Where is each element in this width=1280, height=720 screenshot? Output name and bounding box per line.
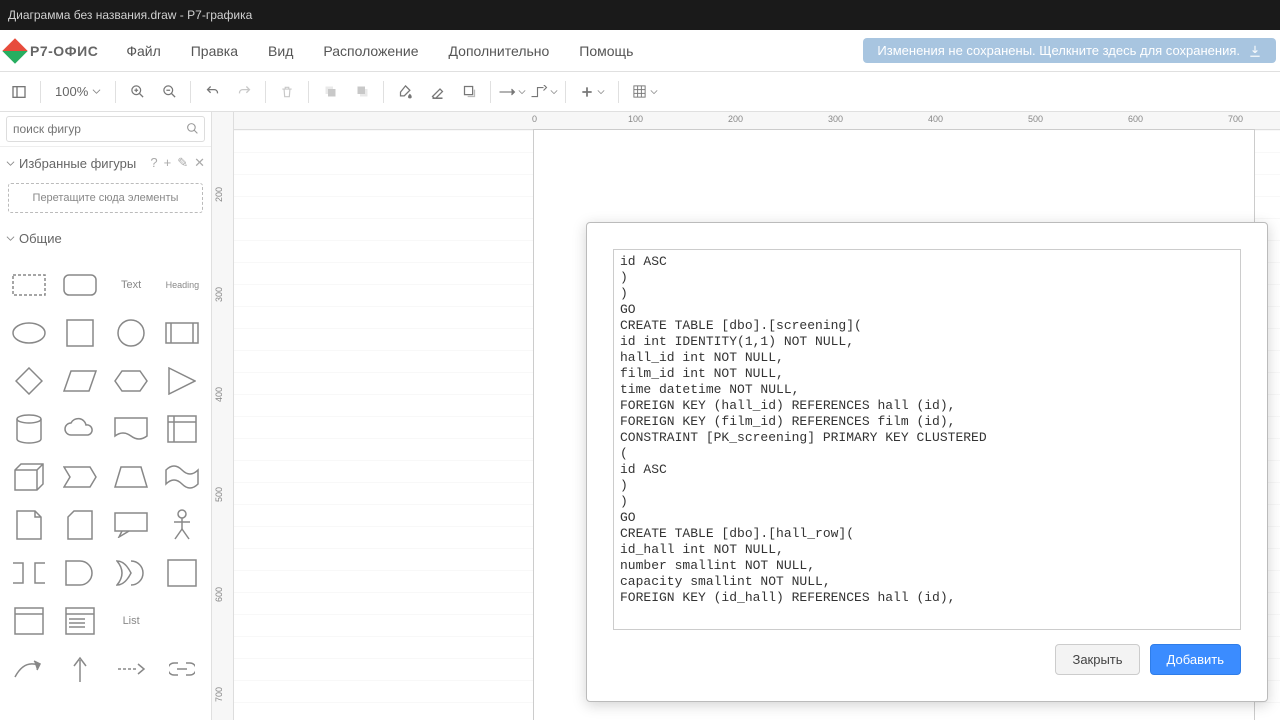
plus-icon[interactable]: +	[164, 155, 172, 171]
shape-and[interactable]	[57, 552, 102, 594]
shape-ellipse[interactable]	[6, 312, 51, 354]
menu-file[interactable]: Файл	[112, 37, 174, 65]
sql-dialog: Закрыть Добавить	[586, 222, 1268, 702]
search-shapes-input[interactable]	[6, 116, 205, 142]
shape-arrow-up[interactable]	[57, 648, 102, 690]
shape-arrow-dashed[interactable]	[109, 648, 154, 690]
shape-parallelogram[interactable]	[57, 360, 102, 402]
shape-document[interactable]	[109, 408, 154, 450]
line-color-button[interactable]	[422, 77, 452, 107]
waypoint-button[interactable]	[529, 77, 559, 107]
unsaved-banner[interactable]: Изменения не сохранены. Щелкните здесь д…	[863, 38, 1276, 63]
zoom-select[interactable]: 100%	[47, 84, 109, 99]
fill-color-button[interactable]	[390, 77, 420, 107]
toolbar: 100%	[0, 72, 1280, 112]
chevron-down-icon	[518, 88, 526, 96]
to-back-button[interactable]	[347, 77, 377, 107]
window-title: Диаграмма без названия.draw - Р7-графика	[8, 8, 252, 22]
app-logo[interactable]: Р7-ОФИС	[6, 42, 98, 60]
shape-cube[interactable]	[6, 456, 51, 498]
delete-button[interactable]	[272, 77, 302, 107]
help-icon[interactable]: ?	[150, 155, 157, 171]
chevron-down-icon	[597, 88, 605, 96]
shadow-button[interactable]	[454, 77, 484, 107]
shape-triangle[interactable]	[160, 360, 205, 402]
menu-extra[interactable]: Дополнительно	[435, 37, 564, 65]
horizontal-ruler: 0 100 200 300 400 500 600 700	[234, 112, 1280, 130]
menu-edit[interactable]: Правка	[177, 37, 252, 65]
shape-circle[interactable]	[109, 312, 154, 354]
shape-internal-storage[interactable]	[160, 408, 205, 450]
save-icon	[1248, 44, 1262, 58]
chevron-down-icon	[92, 87, 101, 96]
sidebar-toggle-button[interactable]	[4, 77, 34, 107]
shape-curly[interactable]	[6, 552, 51, 594]
shape-square[interactable]	[57, 312, 102, 354]
shape-container[interactable]	[6, 600, 51, 642]
connection-button[interactable]	[497, 77, 527, 107]
undo-button[interactable]	[197, 77, 227, 107]
menu-view[interactable]: Вид	[254, 37, 307, 65]
shape-step[interactable]	[57, 456, 102, 498]
shape-diamond[interactable]	[6, 360, 51, 402]
shape-trapezoid[interactable]	[109, 456, 154, 498]
shape-cylinder[interactable]	[6, 408, 51, 450]
zoom-out-button[interactable]	[154, 77, 184, 107]
shape-hexagon[interactable]	[109, 360, 154, 402]
chevron-down-icon	[6, 159, 15, 168]
add-sql-button[interactable]: Добавить	[1150, 644, 1241, 675]
shape-card[interactable]	[57, 504, 102, 546]
shape-link[interactable]	[160, 648, 205, 690]
unsaved-text: Изменения не сохранены. Щелкните здесь д…	[877, 43, 1240, 58]
shape-datastore[interactable]	[160, 552, 205, 594]
close-icon[interactable]: ✕	[194, 155, 205, 171]
vertical-ruler: 200 300 400 500 600 700	[212, 112, 234, 720]
menu-help[interactable]: Помощь	[565, 37, 647, 65]
favorites-drop-zone[interactable]: Перетащите сюда элементы	[8, 183, 203, 213]
shape-or[interactable]	[109, 552, 154, 594]
to-front-button[interactable]	[315, 77, 345, 107]
search-icon[interactable]	[186, 122, 199, 138]
menu-arrange[interactable]: Расположение	[309, 37, 432, 65]
logo-icon	[2, 38, 27, 63]
general-header[interactable]: Общие	[0, 223, 211, 254]
shape-arrow-curve[interactable]	[6, 648, 51, 690]
shape-rounded-rect[interactable]	[57, 264, 102, 306]
shape-note[interactable]	[6, 504, 51, 546]
chevron-down-icon	[550, 88, 558, 96]
shapes-sidebar: Избранные фигуры ? + ✎ ✕ Перетащите сюда…	[0, 112, 212, 720]
favorites-header[interactable]: Избранные фигуры ? + ✎ ✕	[0, 147, 211, 179]
redo-button[interactable]	[229, 77, 259, 107]
shape-rect-dashed[interactable]	[6, 264, 51, 306]
sql-textarea[interactable]	[613, 249, 1241, 630]
shape-process[interactable]	[160, 312, 205, 354]
shape-callout[interactable]	[109, 504, 154, 546]
zoom-in-button[interactable]	[122, 77, 152, 107]
chevron-down-icon	[650, 88, 658, 96]
shape-actor[interactable]	[160, 504, 205, 546]
shape-list[interactable]: List	[109, 600, 154, 642]
table-button[interactable]	[625, 77, 665, 107]
menu-bar: Р7-ОФИС Файл Правка Вид Расположение Доп…	[0, 30, 1280, 72]
shape-cloud[interactable]	[57, 408, 102, 450]
shape-heading[interactable]: Heading	[160, 264, 205, 306]
logo-text: Р7-ОФИС	[30, 43, 98, 59]
chevron-down-icon	[6, 234, 15, 243]
edit-icon[interactable]: ✎	[177, 155, 188, 171]
shape-text[interactable]: Text	[109, 264, 154, 306]
add-button[interactable]	[572, 77, 612, 107]
shape-list-icon[interactable]	[57, 600, 102, 642]
close-button[interactable]: Закрыть	[1055, 644, 1139, 675]
title-bar: Диаграмма без названия.draw - Р7-графика	[0, 0, 1280, 30]
shape-tape[interactable]	[160, 456, 205, 498]
shapes-palette: Text Heading	[6, 264, 205, 690]
